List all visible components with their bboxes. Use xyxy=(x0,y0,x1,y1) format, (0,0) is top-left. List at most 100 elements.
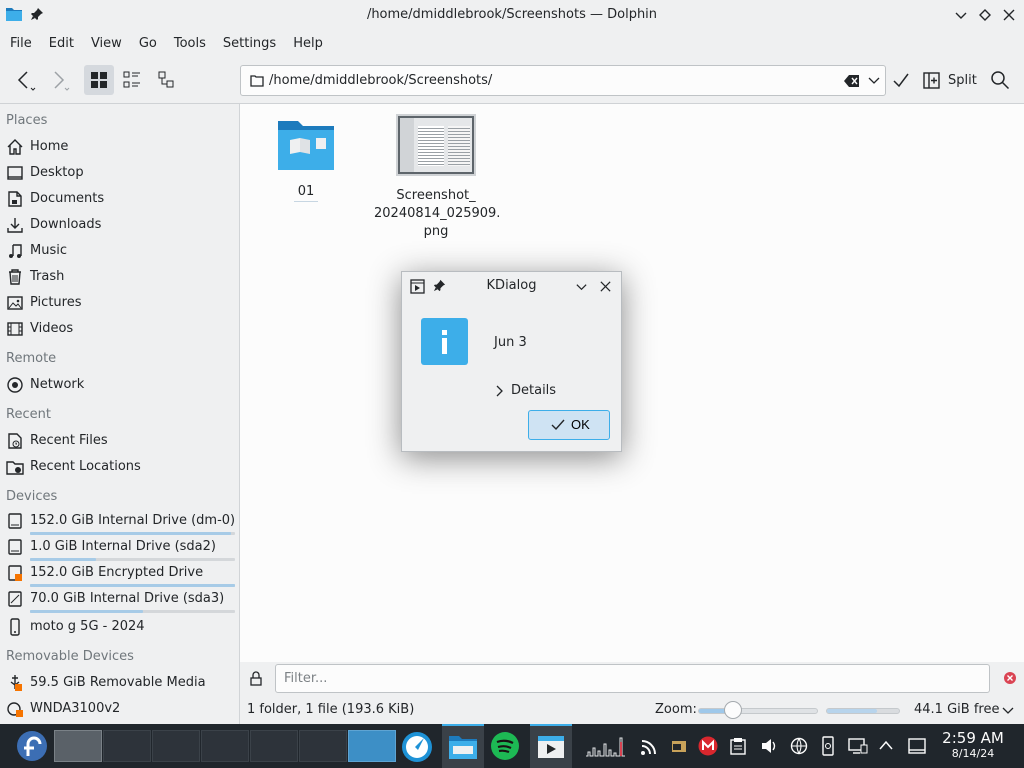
virtual-desktop-7[interactable] xyxy=(348,730,396,762)
dialog-close-button[interactable] xyxy=(599,280,612,293)
network-icon xyxy=(6,376,24,394)
sidebar-item-encrypted-drive[interactable]: 152.0 GiB Encrypted Drive xyxy=(0,560,238,587)
clipboard-tool-icon[interactable] xyxy=(670,724,690,768)
dolphin-task-icon[interactable] xyxy=(442,724,484,768)
sidebar-item-home[interactable]: Home xyxy=(0,134,238,160)
accept-location-button[interactable] xyxy=(886,65,916,95)
places-header: Places xyxy=(6,113,48,128)
file-view[interactable]: 01 Screenshot_ 20240814_025909. png xyxy=(240,104,1024,662)
sidebar-item-trash[interactable]: Trash xyxy=(0,264,238,290)
taskbar: 2:59 AM 8/14/24 xyxy=(0,724,1024,768)
recent-header: Recent xyxy=(6,407,51,422)
sidebar-item-phone[interactable]: moto g 5G - 2024 xyxy=(0,614,238,640)
menu-tools[interactable]: Tools xyxy=(167,30,213,58)
sidebar-item-music[interactable]: Music xyxy=(0,238,238,264)
sidebar-item-network[interactable]: Network xyxy=(0,372,238,398)
menu-edit[interactable]: Edit xyxy=(42,30,81,58)
places-panel: Places Home Desktop Documents Downloads … xyxy=(0,104,240,724)
phone-icon xyxy=(6,618,24,636)
sidebar-item-wnda3100v2[interactable]: WNDA3100v2 xyxy=(0,696,238,722)
free-space-label[interactable]: 44.1 GiB free xyxy=(914,702,999,717)
compact-view-button[interactable] xyxy=(117,65,147,95)
clock-date[interactable]: 8/14/24 xyxy=(934,747,1012,760)
menu-settings[interactable]: Settings xyxy=(216,30,283,58)
virtual-desktop-3[interactable] xyxy=(152,730,200,762)
dialog-minimize-button[interactable] xyxy=(575,280,588,293)
desktop-icon xyxy=(6,164,24,182)
minimize-button[interactable] xyxy=(953,7,969,23)
file-name: Screenshot_ 20240814_025909. png xyxy=(374,188,501,239)
clock-time[interactable]: 2:59 AM xyxy=(934,730,1012,747)
chevron-up-icon[interactable] xyxy=(878,724,898,768)
maximize-button[interactable] xyxy=(977,7,993,23)
file-name: 01 xyxy=(293,183,319,202)
image-thumbnail xyxy=(396,114,476,176)
file-item-screenshot[interactable]: Screenshot_ 20240814_025909. png xyxy=(374,114,501,241)
window-title: /home/dmiddlebrook/Screenshots — Dolphin xyxy=(366,7,658,22)
chevron-right-icon xyxy=(496,385,503,397)
details-label: Details xyxy=(511,383,557,398)
virtual-desktop-1[interactable] xyxy=(54,730,102,762)
zoom-slider[interactable] xyxy=(698,708,818,714)
ok-button[interactable]: OK xyxy=(528,410,610,440)
lock-icon[interactable] xyxy=(249,671,263,686)
mega-icon[interactable] xyxy=(698,724,720,768)
removable-header: Removable Devices xyxy=(6,649,134,664)
menu-file[interactable]: File xyxy=(3,30,39,58)
icons-view-button[interactable] xyxy=(84,65,114,95)
location-path[interactable]: /home/dmiddlebrook/Screenshots/ xyxy=(269,73,492,88)
sidebar-item-removable-media[interactable]: 59.5 GiB Removable Media xyxy=(0,670,238,696)
menu-view[interactable]: View xyxy=(84,30,129,58)
clipboard-icon[interactable] xyxy=(730,724,750,768)
rss-icon[interactable] xyxy=(640,724,660,768)
sidebar-item-videos[interactable]: Videos xyxy=(0,316,238,342)
clear-location-icon[interactable] xyxy=(844,74,860,88)
kdeconnect-icon[interactable] xyxy=(820,724,840,768)
space-info-bar[interactable] xyxy=(826,708,900,714)
sidebar-item-documents[interactable]: Documents xyxy=(0,186,238,212)
show-desktop-icon[interactable] xyxy=(908,724,930,768)
sidebar-item-drive-dm0[interactable]: 152.0 GiB Internal Drive (dm-0) xyxy=(0,508,238,535)
details-toggle[interactable]: Details xyxy=(494,383,556,398)
menu-bar: File Edit View Go Tools Settings Help xyxy=(0,30,1024,58)
virtual-desktop-2[interactable] xyxy=(103,730,151,762)
split-icon[interactable] xyxy=(923,72,940,89)
close-button[interactable] xyxy=(1001,7,1017,23)
network-status-icon[interactable] xyxy=(790,724,810,768)
menu-go[interactable]: Go xyxy=(132,30,164,58)
forward-button[interactable] xyxy=(43,65,73,95)
location-history-chevron-icon[interactable] xyxy=(868,75,880,87)
volume-icon[interactable] xyxy=(760,724,780,768)
system-monitor-icon[interactable] xyxy=(584,724,632,768)
search-button[interactable] xyxy=(985,65,1015,95)
sidebar-item-drive-sda2[interactable]: 1.0 GiB Internal Drive (sda2) xyxy=(0,534,238,561)
sidebar-item-recent-files[interactable]: Recent Files xyxy=(0,428,238,454)
virtual-desktop-4[interactable] xyxy=(201,730,249,762)
capacity-bar xyxy=(30,610,235,613)
back-button[interactable] xyxy=(9,65,39,95)
kdialog-task-icon[interactable] xyxy=(530,724,572,768)
menu-help[interactable]: Help xyxy=(286,30,330,58)
sidebar-item-pictures[interactable]: Pictures xyxy=(0,290,238,316)
split-button[interactable]: Split xyxy=(948,73,977,88)
filter-bar xyxy=(240,662,1024,696)
home-icon xyxy=(6,138,24,156)
sidebar-item-downloads[interactable]: Downloads xyxy=(0,212,238,238)
filter-input[interactable] xyxy=(275,664,990,693)
browser-icon[interactable] xyxy=(400,724,436,768)
virtual-desktop-5[interactable] xyxy=(250,730,298,762)
file-item-folder[interactable]: 01 xyxy=(274,118,338,202)
fedora-launcher-icon[interactable] xyxy=(16,724,52,768)
close-filter-icon[interactable] xyxy=(1003,671,1017,685)
sidebar-item-drive-sda3[interactable]: 70.0 GiB Internal Drive (sda3) xyxy=(0,586,238,613)
sidebar-item-recent-locations[interactable]: Recent Locations xyxy=(0,454,238,480)
details-view-button[interactable] xyxy=(152,65,182,95)
spotify-icon[interactable] xyxy=(490,724,526,768)
chevron-down-icon[interactable] xyxy=(1002,706,1014,716)
device-notifier-icon[interactable] xyxy=(848,724,870,768)
virtual-desktop-6[interactable] xyxy=(299,730,347,762)
sidebar-item-desktop[interactable]: Desktop xyxy=(0,160,238,186)
location-bar[interactable]: /home/dmiddlebrook/Screenshots/ xyxy=(240,65,886,96)
zoom-slider-handle[interactable] xyxy=(724,701,742,719)
music-icon xyxy=(6,242,24,260)
